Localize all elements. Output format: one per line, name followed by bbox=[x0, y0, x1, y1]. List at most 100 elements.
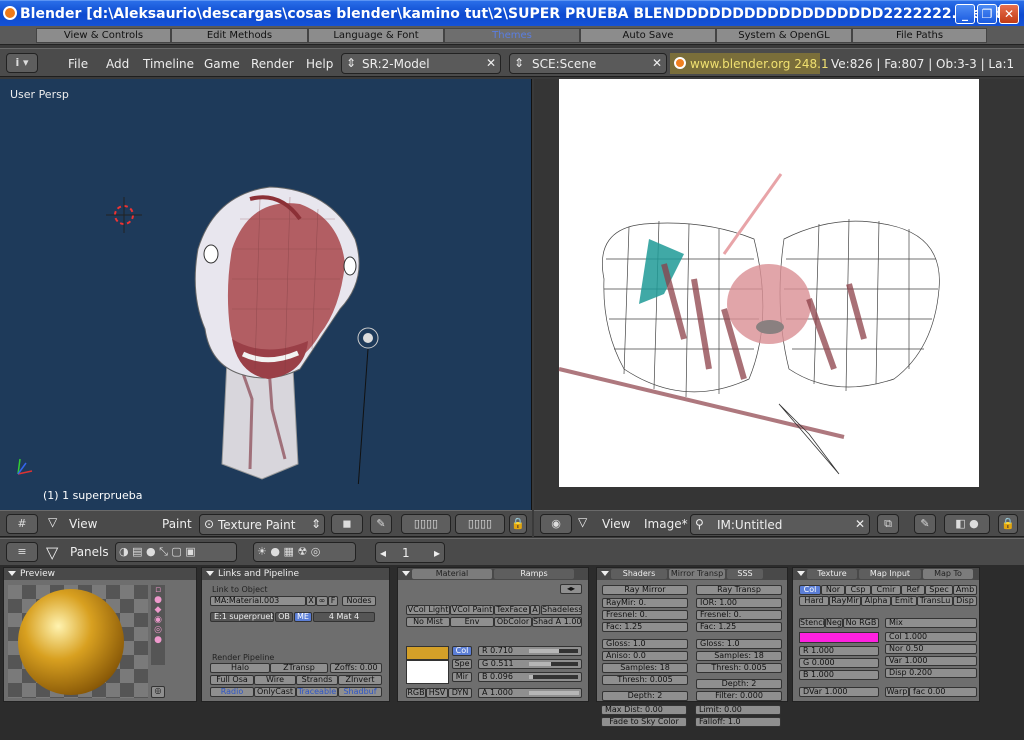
lock-layer-button[interactable]: 🔒 bbox=[509, 514, 527, 534]
preview-refresh-button[interactable]: ◎ bbox=[151, 686, 165, 698]
3d-viewport[interactable]: User Persp (1) 1 superprueba bbox=[0, 79, 532, 510]
material-name-field[interactable]: MA:Material.003 bbox=[210, 596, 306, 606]
alpha-slider[interactable]: A 1.000 bbox=[478, 688, 582, 698]
me-link-button[interactable]: ME bbox=[294, 612, 312, 622]
shad-a-field[interactable]: Shad A 1.00 bbox=[532, 617, 582, 627]
shadbuf-button[interactable]: Shadbuf bbox=[338, 687, 382, 697]
tab-texture[interactable]: Texture bbox=[807, 569, 857, 579]
map-csp-button[interactable]: Csp bbox=[845, 585, 871, 595]
map-alpha-button[interactable]: Alpha bbox=[861, 596, 891, 606]
map-col-button[interactable]: Col bbox=[799, 585, 821, 595]
blender-site-link[interactable]: www.blender.org 248.1 bbox=[690, 57, 829, 71]
chevron-down-icon[interactable]: ▽ bbox=[578, 515, 587, 529]
shading-selector[interactable]: ◼ bbox=[331, 514, 363, 534]
ray-mirror-button[interactable]: Ray Mirror bbox=[602, 585, 688, 595]
mirror-thresh-field[interactable]: Thresh: 0.005 bbox=[602, 675, 688, 685]
scene-selector[interactable]: ⇕ SCE:Scene ✕ bbox=[509, 53, 667, 74]
prefs-tab-language-font[interactable]: Language & Font bbox=[308, 28, 444, 43]
zinvert-button[interactable]: ZInvert bbox=[338, 675, 382, 685]
3d-menu-view[interactable]: View bbox=[69, 517, 97, 531]
vcol-light-button[interactable]: VCol Light bbox=[406, 605, 450, 615]
spe-tab-button[interactable]: Spe bbox=[452, 659, 472, 669]
panels-menu[interactable]: Panels bbox=[70, 545, 109, 559]
transp-thresh-field[interactable]: Thresh: 0.005 bbox=[696, 663, 782, 673]
screen-selector[interactable]: ⇕ SR:2-Model ✕ bbox=[341, 53, 501, 74]
nor-amount-slider[interactable]: Nor 0.50 bbox=[885, 644, 977, 654]
obcolor-button[interactable]: ObColor bbox=[494, 617, 532, 627]
preview-type-buttons[interactable]: ▫ ● ◆ ◉ ◎ ● bbox=[151, 585, 165, 665]
map-hard-button[interactable]: Hard bbox=[799, 596, 829, 606]
full-osa-button[interactable]: Full Osa bbox=[210, 675, 254, 685]
chevron-down-icon[interactable]: ▽ bbox=[46, 543, 58, 562]
neg-button[interactable]: Neg bbox=[825, 618, 843, 628]
mode-selector[interactable]: ⊙ Texture Paint ⇕ bbox=[199, 514, 325, 535]
map-translu-button[interactable]: TransLu bbox=[917, 596, 953, 606]
raymir-slider[interactable]: RayMir: 0. bbox=[602, 598, 688, 608]
ztransp-button[interactable]: ZTransp bbox=[270, 663, 328, 673]
menu-help[interactable]: Help bbox=[306, 57, 333, 71]
image-lock-button[interactable]: 🔒 bbox=[998, 514, 1018, 534]
transp-fresnel-slider[interactable]: Fresnel: 0. bbox=[696, 610, 782, 620]
map-cmir-button[interactable]: Cmir bbox=[871, 585, 901, 595]
image-menu-view[interactable]: View bbox=[602, 517, 630, 531]
buttons-editor-type-button[interactable]: ≡ bbox=[6, 542, 38, 562]
close-window-button[interactable]: ✕ bbox=[999, 4, 1019, 24]
nodes-button[interactable]: Nodes bbox=[342, 596, 376, 606]
map-raymir-button[interactable]: RayMir bbox=[829, 596, 861, 606]
falloff-field[interactable]: Falloff: 1.0 bbox=[695, 717, 781, 727]
disp-amount-slider[interactable]: Disp 0.200 bbox=[885, 668, 977, 678]
chevron-left-icon[interactable]: ◂ bbox=[380, 546, 386, 560]
hsv-mode-button[interactable]: HSV bbox=[426, 688, 448, 698]
map-ref-button[interactable]: Ref bbox=[901, 585, 925, 595]
mir-tab-button[interactable]: Mir bbox=[452, 672, 472, 682]
layer-buttons-b[interactable]: ▯▯▯▯ bbox=[455, 514, 505, 534]
window-title-bar[interactable]: Blender [d:\Aleksaurio\descargas\cosas b… bbox=[0, 0, 1024, 26]
prefs-tab-file-paths[interactable]: File Paths bbox=[852, 28, 987, 43]
col-tab-button[interactable]: Col bbox=[452, 646, 472, 656]
map-spec-button[interactable]: Spec bbox=[925, 585, 953, 595]
3d-editor-type-button[interactable]: # bbox=[6, 514, 38, 534]
mirror-fresnel-slider[interactable]: Fresnel: 0. bbox=[602, 610, 688, 620]
vcol-paint-button[interactable]: VCol Paint bbox=[450, 605, 494, 615]
frame-field[interactable]: ◂ 1 ▸ bbox=[375, 542, 445, 563]
unlink-material-button[interactable]: X bbox=[306, 596, 316, 606]
prefs-tab-view-controls[interactable]: View & Controls bbox=[36, 28, 171, 43]
shading-context-buttons[interactable]: ☀ ● ▦ ☢ ◎ bbox=[253, 542, 356, 562]
maximize-button[interactable]: ❐ bbox=[977, 4, 997, 24]
tex-b-slider[interactable]: B 1.000 bbox=[799, 670, 879, 680]
prefs-tab-system-opengl[interactable]: System & OpenGL bbox=[716, 28, 852, 43]
col-amount-slider[interactable]: Col 1.000 bbox=[885, 632, 977, 642]
radio-button[interactable]: Radio bbox=[210, 687, 254, 697]
warp-button[interactable]: Warp bbox=[885, 687, 909, 697]
no-mist-button[interactable]: No Mist bbox=[406, 617, 450, 627]
context-buttons[interactable]: ◑ ▤ ● ⤡ ▢ ▣ bbox=[115, 542, 237, 562]
tab-map-to[interactable]: Map To bbox=[923, 569, 973, 579]
menu-file[interactable]: File bbox=[68, 57, 88, 71]
material-index-field[interactable]: 4 Mat 4 bbox=[313, 612, 375, 622]
blend-mode-selector[interactable]: Mix bbox=[885, 618, 977, 628]
color-g-slider[interactable]: G 0.511 bbox=[478, 659, 582, 669]
prefs-tab-auto-save[interactable]: Auto Save bbox=[580, 28, 716, 43]
max-dist-field[interactable]: Max Dist: 0.00 bbox=[601, 705, 687, 715]
wire-button[interactable]: Wire bbox=[254, 675, 296, 685]
tab-sss[interactable]: SSS bbox=[727, 569, 763, 579]
color-r-slider[interactable]: R 0.710 bbox=[478, 646, 582, 656]
tab-shaders[interactable]: Shaders bbox=[611, 569, 667, 579]
ray-transp-button[interactable]: Ray Transp bbox=[696, 585, 782, 595]
aniso-slider[interactable]: Aniso: 0.0 bbox=[602, 651, 688, 661]
map-nor-button[interactable]: Nor bbox=[821, 585, 845, 595]
menu-timeline[interactable]: Timeline bbox=[143, 57, 194, 71]
image-paint-button[interactable]: ✎ bbox=[914, 514, 936, 534]
zoffs-field[interactable]: Zoffs: 0.00 bbox=[330, 663, 382, 673]
tab-ramps[interactable]: Ramps bbox=[494, 569, 574, 579]
tex-r-slider[interactable]: R 1.000 bbox=[799, 646, 879, 656]
strands-button[interactable]: Strands bbox=[296, 675, 338, 685]
transp-fac-slider[interactable]: Fac: 1.25 bbox=[696, 622, 782, 632]
tab-material[interactable]: Material bbox=[412, 569, 492, 579]
filter-field[interactable]: Filter: 0.000 bbox=[696, 691, 782, 701]
mirror-fac-slider[interactable]: Fac: 1.25 bbox=[602, 622, 688, 632]
minimize-button[interactable]: _ bbox=[955, 4, 975, 24]
texface-button[interactable]: TexFace bbox=[494, 605, 530, 615]
no-rgb-button[interactable]: No RGB bbox=[843, 618, 879, 628]
menu-render[interactable]: Render bbox=[251, 57, 294, 71]
